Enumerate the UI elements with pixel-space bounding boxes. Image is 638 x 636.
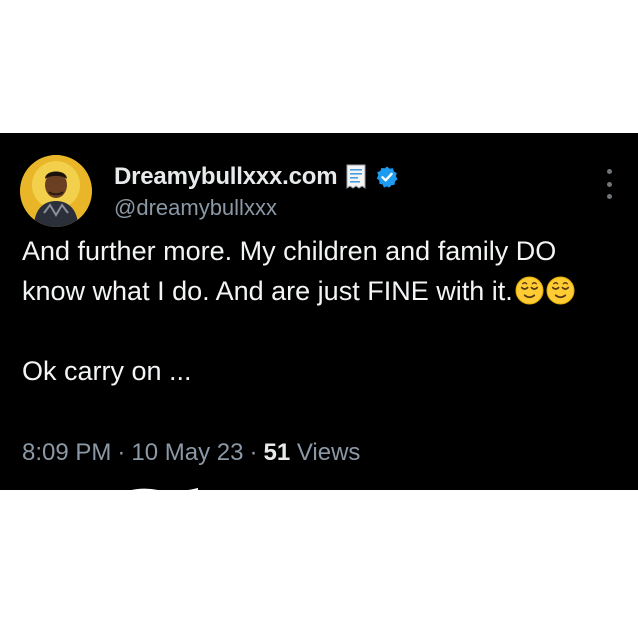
relieved-face-emoji-icon	[546, 276, 575, 305]
tweet-text-paragraph-1: And further more. My children and family…	[22, 231, 622, 311]
more-options-icon[interactable]	[602, 169, 616, 199]
display-name[interactable]: Dreamybullxxx.com	[114, 163, 338, 191]
tweet-card[interactable]: Dreamybullxxx.com @dreamybullxxx And fur…	[0, 133, 638, 490]
verified-badge-icon	[375, 165, 399, 189]
avatar-image	[20, 155, 92, 227]
tweet-text-line-1: And further more. My children and family…	[22, 236, 557, 306]
page: Dreamybullxxx.com @dreamybullxxx And fur…	[0, 0, 638, 636]
user-handle[interactable]: @dreamybullxxx	[114, 195, 277, 221]
redaction-scribble	[118, 488, 198, 498]
views-label: Views	[296, 439, 361, 466]
tweet-metadata: 8:09 PM · 10 May 23 · 51 Views	[22, 439, 360, 467]
tweet-text-paragraph-2: Ok carry on ...	[22, 356, 192, 386]
tweet-text: And further more. My children and family…	[22, 231, 622, 391]
tweet-time[interactable]: 8:09 PM	[22, 439, 111, 466]
avatar[interactable]	[20, 155, 92, 227]
relieved-face-emoji-icon	[515, 276, 544, 305]
separator: ·	[117, 439, 126, 466]
name-row: Dreamybullxxx.com	[114, 161, 399, 193]
tweet-date[interactable]: 10 May 23	[131, 439, 243, 466]
receipt-icon	[345, 164, 367, 190]
separator: ·	[249, 439, 258, 466]
views-count[interactable]: 51	[263, 439, 290, 466]
